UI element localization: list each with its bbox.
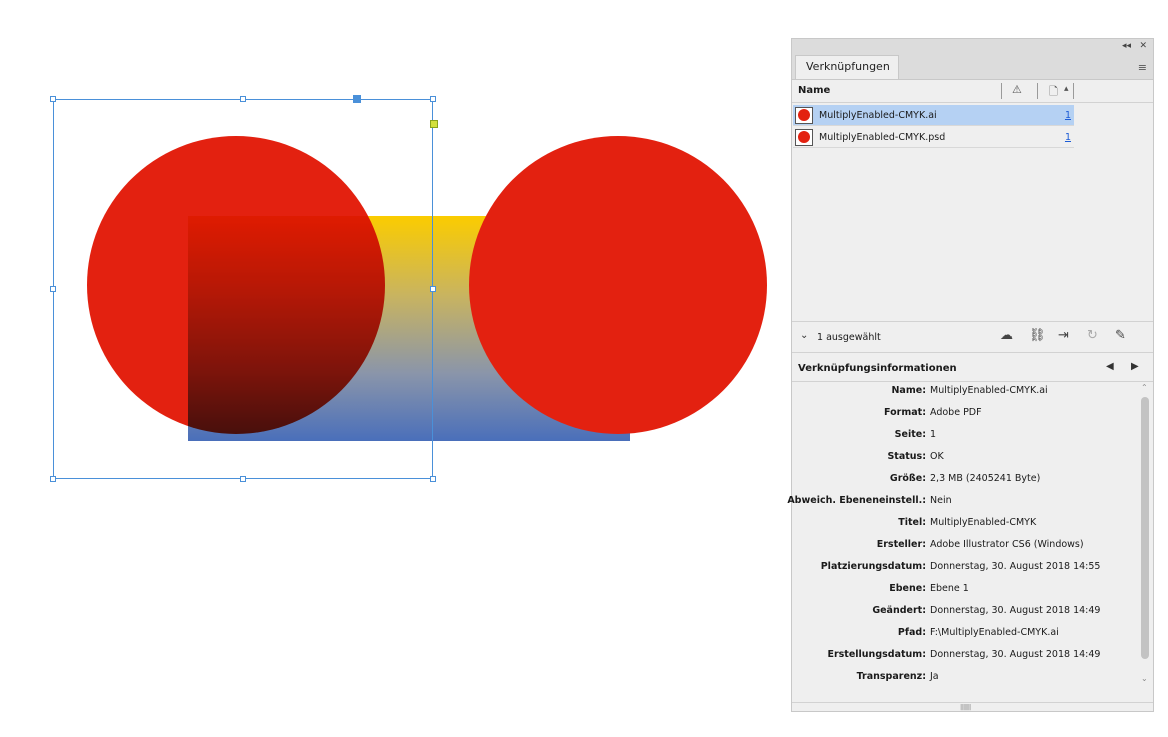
info-value: Ebene 1 — [930, 583, 969, 594]
info-row: Titel: MultiplyEnabled-CMYK — [792, 517, 1137, 531]
info-label: Erstellungsdatum: — [827, 649, 926, 660]
handle-top-middle[interactable] — [240, 96, 246, 102]
handle-bottom-left[interactable] — [50, 476, 56, 482]
info-value: Donnerstag, 30. August 2018 14:55 — [930, 561, 1101, 572]
previous-icon[interactable]: ◀ — [1106, 361, 1114, 372]
info-row: Größe: 2,3 MB (2405241 Byte) — [792, 473, 1137, 487]
link-row[interactable]: MultiplyEnabled-CMYK.ai 1 — [793, 105, 1074, 126]
info-row: Name: MultiplyEnabled-CMYK.ai — [792, 385, 1137, 399]
info-row: Pfad: F:\MultiplyEnabled-CMYK.ai — [792, 627, 1137, 641]
relink-icon[interactable]: ⛓ — [1029, 328, 1046, 343]
handle-bottom-middle[interactable] — [240, 476, 246, 482]
info-value: MultiplyEnabled-CMYK.ai — [930, 385, 1048, 396]
link-info-title: Verknüpfungsinformationen — [798, 363, 957, 374]
link-info-header: Verknüpfungsinformationen ◀ ▶ — [792, 355, 1153, 382]
handle-top-right[interactable] — [430, 96, 436, 102]
info-value: Nein — [930, 495, 952, 506]
info-label: Format: — [884, 407, 926, 418]
selection-count: 1 ausgewählt — [817, 332, 881, 343]
next-icon[interactable]: ▶ — [1131, 361, 1139, 372]
info-label: Platzierungsdatum: — [820, 561, 926, 572]
info-value: 2,3 MB (2405241 Byte) — [930, 473, 1041, 484]
link-page-number[interactable]: 1 — [1065, 132, 1071, 143]
info-row: Format: Adobe PDF — [792, 407, 1137, 421]
info-row: Ersteller: Adobe Illustrator CS6 (Windows… — [792, 539, 1137, 553]
document-canvas[interactable] — [0, 0, 785, 737]
column-name-header[interactable]: Name — [798, 85, 830, 96]
link-row[interactable]: MultiplyEnabled-CMYK.psd 1 — [793, 127, 1074, 148]
info-row: Ebene: Ebene 1 — [792, 583, 1137, 597]
info-value: Donnerstag, 30. August 2018 14:49 — [930, 649, 1101, 660]
handle-top-left[interactable] — [50, 96, 56, 102]
scroll-up-icon[interactable]: ⌃ — [1141, 383, 1148, 392]
scroll-down-icon[interactable]: ⌄ — [1141, 674, 1148, 683]
info-label: Pfad: — [897, 627, 926, 638]
go-to-link-icon[interactable]: ⇥ — [1058, 328, 1069, 343]
info-value: MultiplyEnabled-CMYK — [930, 517, 1037, 528]
resize-bar[interactable]: |||||||||| — [792, 702, 1153, 711]
cloud-link-icon[interactable]: ☁ — [1000, 328, 1013, 343]
handle-middle-left[interactable] — [50, 286, 56, 292]
panel-menu-icon[interactable]: ≡ — [1138, 61, 1147, 74]
column-header: Name ⚠ 🗋 ▴ — [792, 80, 1153, 103]
handle-bottom-right[interactable] — [430, 476, 436, 482]
tab-links[interactable]: Verknüpfungen — [795, 55, 899, 79]
info-row: Seite: 1 — [792, 429, 1137, 443]
column-divider[interactable] — [1001, 83, 1002, 99]
info-row: Status: OK — [792, 451, 1137, 465]
resize-grip-icon[interactable]: |||||||||| — [960, 704, 971, 711]
info-row: Erstellungsdatum: Donnerstag, 30. August … — [792, 649, 1137, 663]
info-value: Ja — [930, 671, 939, 682]
handle-middle-right[interactable] — [430, 286, 436, 292]
link-filename: MultiplyEnabled-CMYK.psd — [819, 132, 946, 143]
scrollbar-thumb[interactable] — [1141, 397, 1149, 659]
collapse-icon[interactable]: ◂◂ — [1122, 39, 1131, 53]
info-value: Adobe Illustrator CS6 (Windows) — [930, 539, 1084, 550]
info-label: Seite: — [894, 429, 926, 440]
update-link-icon[interactable]: ↻ — [1087, 328, 1098, 343]
content-grabber-handle[interactable] — [353, 95, 361, 103]
info-scrollbar[interactable]: ⌃ ⌄ — [1139, 383, 1151, 683]
info-value: OK — [930, 451, 944, 462]
live-corner-control[interactable] — [430, 120, 438, 128]
info-row: Geändert: Donnerstag, 30. August 2018 14:… — [792, 605, 1137, 619]
link-thumbnail — [795, 129, 813, 146]
links-toolbar: ⌄ 1 ausgewählt ☁ ⛓ ⇥ ↻ ✎ — [792, 321, 1153, 353]
column-divider[interactable] — [1073, 83, 1074, 99]
info-label: Status: — [887, 451, 926, 462]
info-label: Ersteller: — [876, 539, 926, 550]
info-row: Abweich. Ebeneneinstell.: Nein — [787, 495, 1137, 509]
edit-original-icon[interactable]: ✎ — [1115, 328, 1126, 343]
link-thumbnail — [795, 107, 813, 124]
info-value: 1 — [930, 429, 937, 440]
close-icon[interactable]: ✕ — [1139, 39, 1147, 53]
info-label: Geändert: — [872, 605, 926, 616]
tab-row: Verknüpfungen ≡ — [792, 53, 1153, 80]
link-page-number[interactable]: 1 — [1065, 110, 1071, 121]
info-label: Abweich. Ebeneneinstell.: — [787, 495, 926, 506]
sort-ascending-icon[interactable]: ▴ — [1064, 84, 1069, 94]
info-value: F:\MultiplyEnabled-CMYK.ai — [930, 627, 1059, 638]
info-label: Titel: — [898, 517, 926, 528]
column-divider[interactable] — [1037, 83, 1038, 99]
link-filename: MultiplyEnabled-CMYK.ai — [819, 110, 937, 121]
info-label: Ebene: — [889, 583, 926, 594]
info-label: Name: — [891, 385, 926, 396]
panel-titlebar: ◂◂ ✕ — [792, 39, 1153, 53]
info-row: Platzierungsdatum: Donnerstag, 30. August… — [792, 561, 1137, 575]
chevron-down-icon[interactable]: ⌄ — [800, 330, 808, 341]
info-value: Adobe PDF — [930, 407, 982, 418]
warning-icon[interactable]: ⚠ — [1012, 83, 1022, 96]
selection-frame[interactable] — [53, 99, 433, 479]
info-row: Transparenz: Ja — [792, 671, 1137, 685]
info-label: Größe: — [889, 473, 926, 484]
page-icon[interactable]: 🗋 — [1049, 83, 1058, 102]
links-panel: ◂◂ ✕ Verknüpfungen ≡ Name ⚠ 🗋 ▴ Multiply… — [787, 38, 1154, 712]
red-circle-right[interactable] — [469, 136, 767, 434]
info-value: Donnerstag, 30. August 2018 14:49 — [930, 605, 1101, 616]
info-label: Transparenz: — [856, 671, 926, 682]
